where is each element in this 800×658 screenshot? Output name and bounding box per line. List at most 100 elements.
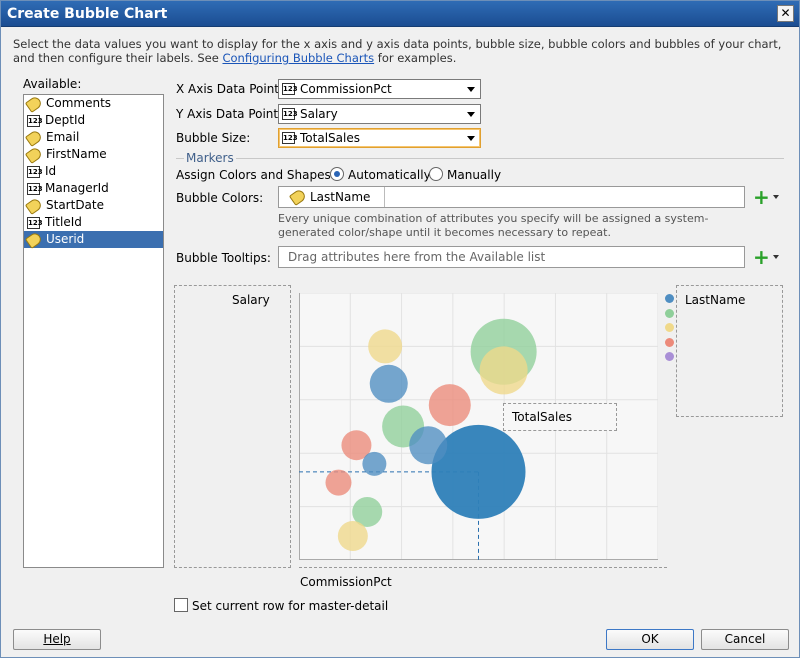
y-axis-drop-zone[interactable] (174, 285, 291, 568)
available-item-comments[interactable]: Comments (24, 94, 163, 113)
x-axis-value: CommissionPct (300, 82, 392, 96)
tag-icon (288, 188, 308, 206)
markers-divider (176, 158, 784, 159)
size-drop-zone[interactable]: TotalSales (503, 403, 617, 431)
available-item-label: ManagerId (45, 181, 109, 195)
available-item-label: StartDate (46, 198, 104, 212)
available-item-firstname[interactable]: FirstName (24, 145, 163, 164)
number-icon: 123 (27, 114, 43, 127)
y-axis-label: Y Axis Data Point: (176, 107, 283, 121)
tag-icon (24, 145, 44, 164)
automatically-label: Automatically (348, 168, 431, 182)
number-icon: 123 (282, 132, 298, 144)
available-item-id[interactable]: 123 Id (24, 163, 163, 180)
available-item-startdate[interactable]: StartDate (24, 196, 163, 215)
legend-title: LastName (685, 293, 746, 307)
legend-swatch (665, 352, 674, 361)
bubble (368, 329, 403, 364)
number-icon: 123 (282, 83, 298, 95)
available-item-label: Userid (46, 232, 85, 246)
ok-label: OK (641, 632, 659, 646)
cancel-button[interactable]: Cancel (701, 629, 789, 650)
y-axis-combo[interactable]: 123 Salary (278, 104, 481, 124)
intro-after: for examples. (377, 51, 457, 65)
automatically-radio[interactable] (330, 167, 344, 181)
chevron-down-icon (772, 195, 779, 199)
master-detail-checkbox[interactable] (174, 598, 188, 612)
legend-swatch (665, 308, 674, 318)
dropdown-arrow-icon (467, 135, 475, 141)
dropdown-arrow-icon (467, 111, 475, 117)
close-icon: ✕ (780, 6, 791, 20)
bubble (325, 469, 352, 496)
legend-swatch (665, 337, 674, 347)
bubble-colors-field[interactable]: LastName (278, 186, 745, 208)
window-title: Create Bubble Chart (7, 6, 168, 22)
bubble-colors-chip[interactable]: LastName (279, 187, 386, 207)
configuring-bubble-charts-link[interactable]: Configuring Bubble Charts (222, 51, 374, 65)
available-item-label: Comments (46, 96, 112, 110)
bubble-size-combo[interactable]: 123 TotalSales (278, 128, 481, 148)
number-icon: 123 (27, 182, 43, 195)
available-item-managerid[interactable]: 123 ManagerId (24, 180, 163, 197)
bubble-tooltips-field[interactable]: Drag attributes here from the Available … (278, 246, 745, 268)
tag-icon (24, 128, 44, 147)
plus-icon: + (753, 245, 770, 269)
available-item-email[interactable]: Email (24, 128, 163, 147)
markers-title: Markers (184, 151, 236, 165)
available-item-label: Email (46, 130, 80, 144)
bubble-colors-label: Bubble Colors: (176, 191, 264, 205)
x-axis-preview-label: CommissionPct (300, 575, 392, 589)
bubble (337, 520, 368, 551)
available-label: Available: (23, 77, 82, 91)
help-label: Help (43, 632, 71, 646)
bubble (369, 364, 408, 403)
manually-label: Manually (447, 168, 502, 182)
chevron-down-icon (772, 255, 779, 259)
add-bubble-color-button[interactable]: + (753, 187, 779, 207)
available-item-label: DeptId (45, 113, 86, 127)
available-item-label: FirstName (46, 147, 107, 161)
y-axis-preview-label: Salary (232, 293, 270, 307)
bubble-size-value: TotalSales (300, 131, 360, 145)
create-bubble-chart-dialog: Create Bubble Chart ✕ Select the data va… (0, 0, 800, 658)
markers-hint: Every unique combination of attributes y… (278, 212, 709, 239)
available-list[interactable]: Comments 123 DeptId Email FirstName 123 Id 123 M… (23, 94, 164, 568)
legend-swatch (665, 323, 674, 332)
title-bar: Create Bubble Chart ✕ (1, 1, 799, 27)
bubble-colors-value: LastName (310, 190, 371, 204)
help-button[interactable]: Help (13, 629, 101, 650)
bubble-size-label: Bubble Size: (176, 131, 251, 145)
tag-icon (24, 230, 44, 249)
x-axis-label: X Axis Data Point: (176, 82, 284, 96)
available-item-userid[interactable]: Userid (24, 230, 163, 249)
x-axis-combo[interactable]: 123 CommissionPct (278, 79, 481, 99)
number-icon: 123 (282, 108, 298, 120)
dropdown-arrow-icon (467, 86, 475, 92)
bubble (479, 346, 528, 395)
number-icon: 123 (27, 216, 43, 229)
close-button[interactable]: ✕ (777, 5, 794, 22)
tag-icon (24, 196, 44, 215)
plus-icon: + (753, 185, 770, 209)
available-item-label: TitleId (45, 215, 82, 229)
intro-text: Select the data values you want to displ… (13, 37, 783, 65)
assign-colors-label: Assign Colors and Shapes: (176, 168, 335, 182)
available-item-deptid[interactable]: 123 DeptId (24, 112, 163, 129)
ok-button[interactable]: OK (606, 629, 694, 650)
available-item-titleid[interactable]: 123 TitleId (24, 214, 163, 231)
bubble (428, 384, 471, 427)
manually-radio[interactable] (429, 167, 443, 181)
tooltips-placeholder: Drag attributes here from the Available … (288, 250, 546, 264)
available-item-label: Id (45, 164, 57, 178)
legend-swatch (665, 294, 674, 303)
master-detail-label: Set current row for master-detail (192, 599, 389, 613)
bubble (409, 426, 448, 465)
number-icon: 123 (27, 165, 43, 178)
cancel-label: Cancel (724, 632, 766, 646)
bubble (362, 451, 387, 476)
tag-icon (24, 94, 44, 113)
y-axis-value: Salary (300, 107, 338, 121)
add-tooltip-button[interactable]: + (753, 247, 779, 267)
bubble-tooltips-label: Bubble Tooltips: (176, 251, 271, 265)
